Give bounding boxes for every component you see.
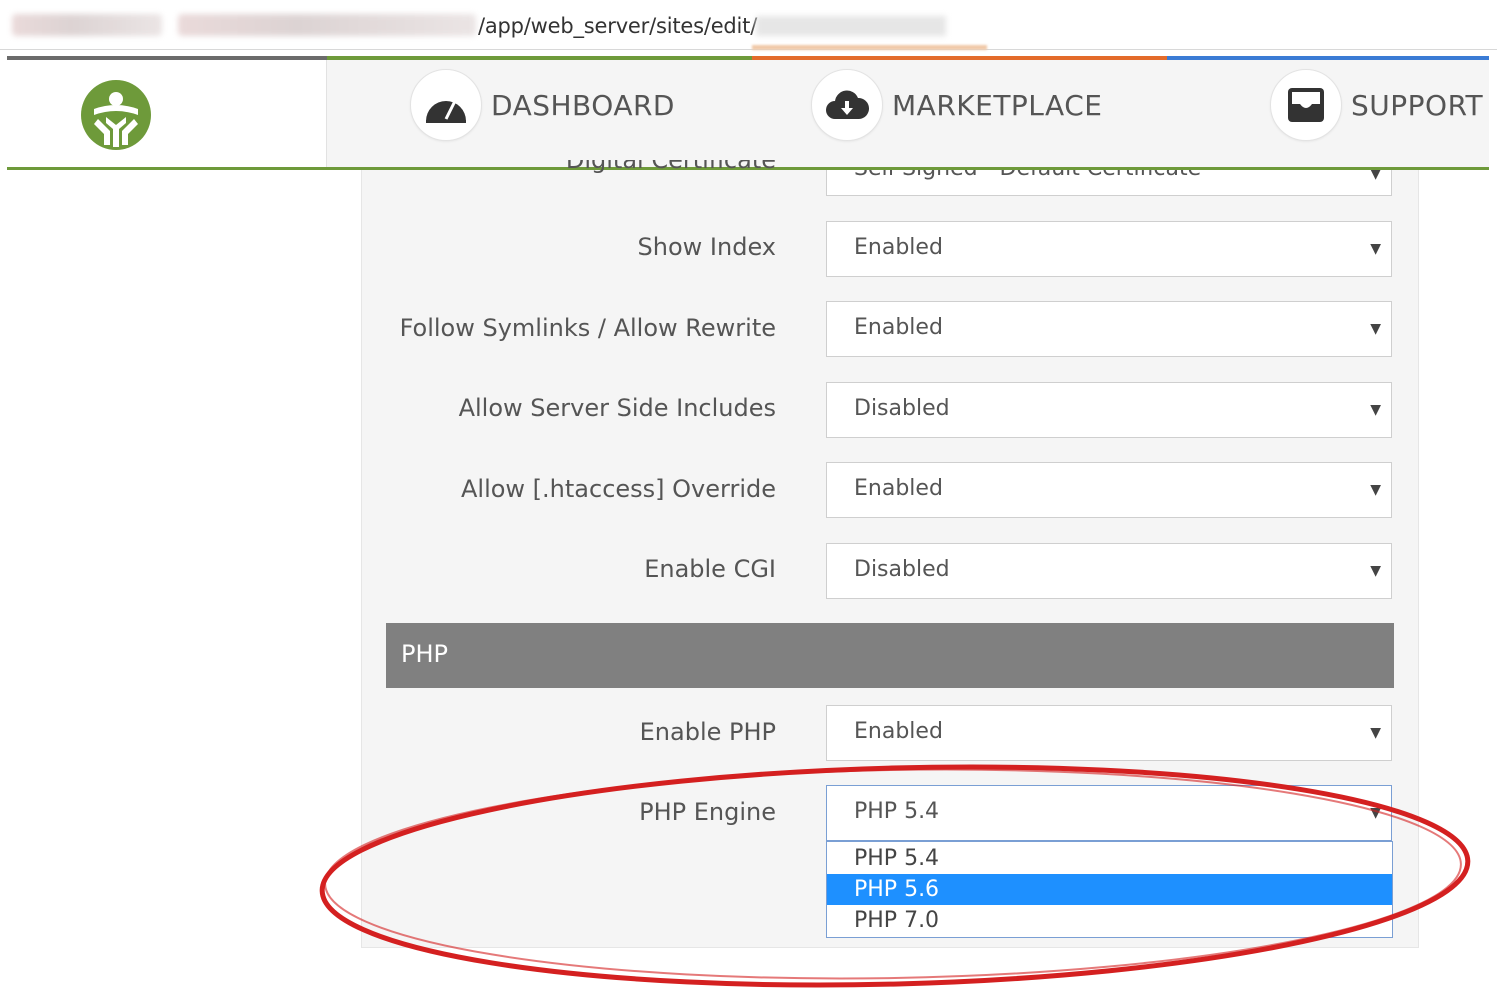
top-nav: DASHBOARD MARKETPLACE SUPPORT [7,60,1489,170]
select-follow-symlinks[interactable]: Enabled ▼ [826,301,1392,357]
select-php-engine[interactable]: PHP 5.4 ▼ [826,785,1392,841]
url-host-blurred [178,14,476,36]
row-label-enable-php: Enable PHP [639,718,776,746]
chevron-down-icon: ▼ [1370,805,1381,821]
cloud-download-icon [811,69,883,141]
option-php-5-4[interactable]: PHP 5.4 [827,843,1392,874]
speedometer-icon [410,69,482,141]
row-label-show-index: Show Index [637,233,776,261]
option-php-5-6[interactable]: PHP 5.6 [827,874,1392,905]
nav-marketplace-label: MARKETPLACE [892,88,1103,122]
nav-support[interactable]: SUPPORT [1270,68,1483,142]
select-enable-php[interactable]: Enabled ▼ [826,705,1392,761]
option-php-7-0[interactable]: PHP 7.0 [827,905,1392,936]
url-tail-blurred [756,16,946,36]
row-label-php-engine: PHP Engine [639,798,776,826]
section-header-php: PHP [386,623,1394,688]
tab-progress [752,45,987,50]
url-path: /app/web_server/sites/edit/ [478,14,758,38]
select-ssi[interactable]: Disabled ▼ [826,382,1392,438]
chevron-down-icon: ▼ [1370,321,1381,337]
row-label-cgi: Enable CGI [644,555,776,583]
chevron-down-icon: ▼ [1370,563,1381,579]
chevron-down-icon: ▼ [1370,482,1381,498]
section-title: PHP [401,640,448,668]
chevron-down-icon: ▼ [1370,725,1381,741]
nav-dashboard-label: DASHBOARD [491,88,675,122]
logo-icon[interactable] [80,79,152,151]
select-cgi[interactable]: Disabled ▼ [826,543,1392,599]
logo-cell [7,60,327,167]
address-bar[interactable]: /app/web_server/sites/edit/ [0,0,1497,50]
select-show-index[interactable]: Enabled ▼ [826,221,1392,277]
nav-support-label: SUPPORT [1351,88,1484,122]
select-digital-certificate[interactable]: Self-Signed - Default Certificate ▼ [826,170,1392,196]
chevron-down-icon: ▼ [1370,170,1381,182]
nav-marketplace[interactable]: MARKETPLACE [811,68,1102,142]
security-warning-blurred [12,14,162,36]
row-digital-certificate-label: Digital Certificate [565,160,776,174]
row-label-htaccess: Allow [.htaccess] Override [460,475,776,503]
select-htaccess[interactable]: Enabled ▼ [826,462,1392,518]
inbox-icon [1270,69,1342,141]
chevron-down-icon: ▼ [1370,241,1381,257]
nav-dashboard[interactable]: DASHBOARD [410,68,675,142]
row-label-ssi: Allow Server Side Includes [458,394,776,422]
php-engine-dropdown-list: PHP 5.4 PHP 5.6 PHP 7.0 [826,841,1393,938]
row-label-follow-symlinks: Follow Symlinks / Allow Rewrite [399,314,776,342]
chevron-down-icon: ▼ [1370,402,1381,418]
